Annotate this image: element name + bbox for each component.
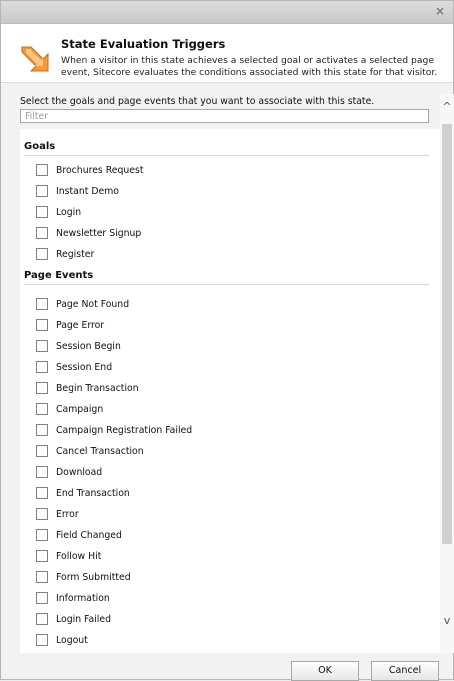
goal-label: Brochures Request [56, 164, 144, 176]
page-event-item[interactable]: Logout [36, 633, 88, 647]
dialog-title: State Evaluation Triggers [61, 37, 226, 51]
page-event-label: Session Begin [56, 340, 121, 352]
goal-checkbox[interactable] [36, 185, 48, 197]
goal-label: Newsletter Signup [56, 227, 142, 239]
page-event-label: Information [56, 592, 110, 604]
page-event-item[interactable]: Campaign Registration Failed [36, 423, 192, 437]
page-event-checkbox[interactable] [36, 403, 48, 415]
page-event-label: Cancel Transaction [56, 445, 144, 457]
goal-item[interactable]: Newsletter Signup [36, 226, 141, 240]
close-icon[interactable]: × [433, 4, 447, 18]
page-event-checkbox[interactable] [36, 424, 48, 436]
page-event-item[interactable]: Field Changed [36, 528, 122, 542]
goals-divider [24, 155, 429, 156]
goal-checkbox[interactable] [36, 227, 48, 239]
page-event-item[interactable]: End Transaction [36, 486, 130, 500]
page-events-divider [24, 284, 429, 285]
page-event-checkbox[interactable] [36, 571, 48, 583]
page-event-checkbox[interactable] [36, 634, 48, 646]
page-event-item[interactable]: Campaign [36, 402, 103, 416]
page-event-item[interactable]: Page Error [36, 318, 104, 332]
cancel-button[interactable]: Cancel [371, 661, 439, 681]
dialog-titlebar: × [1, 1, 453, 24]
page-event-checkbox[interactable] [36, 508, 48, 520]
page-event-item[interactable]: Session End [36, 360, 112, 374]
page-event-checkbox[interactable] [36, 340, 48, 352]
page-event-label: Campaign [56, 403, 104, 415]
scrollbar-thumb[interactable] [442, 124, 452, 544]
page-event-label: Page Not Found [56, 298, 130, 310]
page-event-checkbox[interactable] [36, 361, 48, 373]
dialog-description: When a visitor in this state achieves a … [61, 55, 438, 78]
page-event-label: Field Changed [56, 529, 122, 541]
page-event-label: Campaign Registration Failed [56, 424, 193, 436]
page-event-label: Session End [56, 361, 113, 373]
scroll-down-icon[interactable]: v [440, 614, 454, 628]
page-event-checkbox[interactable] [36, 382, 48, 394]
goal-item[interactable]: Register [36, 247, 94, 261]
page-event-item[interactable]: Information [36, 591, 110, 605]
filter-input[interactable] [20, 109, 429, 123]
goal-checkbox[interactable] [36, 206, 48, 218]
page-event-item[interactable]: Download [36, 465, 102, 479]
page-event-item[interactable]: Begin Transaction [36, 381, 139, 395]
page-event-label: Download [56, 466, 103, 478]
page-event-label: Page Error [56, 319, 105, 331]
page-event-label: Begin Transaction [56, 382, 139, 394]
goal-item[interactable]: Login [36, 205, 81, 219]
goal-label: Register [56, 248, 95, 260]
goal-label: Instant Demo [56, 185, 119, 197]
triggers-list: Goals Brochures Request Instant Demo Login… [20, 129, 440, 653]
page-event-checkbox[interactable] [36, 592, 48, 604]
page-event-item[interactable]: Error [36, 507, 79, 521]
goal-checkbox[interactable] [36, 164, 48, 176]
goals-heading: Goals [24, 141, 56, 152]
page-event-label: End Transaction [56, 487, 130, 499]
page-event-checkbox[interactable] [36, 529, 48, 541]
list-scrollbar[interactable]: ^ v [440, 94, 454, 653]
page-event-checkbox[interactable] [36, 613, 48, 625]
goal-checkbox[interactable] [36, 248, 48, 260]
arrow-down-right-icon [21, 46, 49, 72]
goal-label: Login [56, 206, 82, 218]
state-evaluation-triggers-dialog: × State Evaluation Triggers When a visit… [0, 0, 454, 681]
page-event-item[interactable]: Page Not Found [36, 297, 129, 311]
page-event-label: Login Failed [56, 613, 112, 625]
page-event-checkbox[interactable] [36, 298, 48, 310]
page-event-item[interactable]: Form Submitted [36, 570, 131, 584]
page-event-checkbox[interactable] [36, 466, 48, 478]
dialog-header: State Evaluation Triggers When a visitor… [1, 24, 453, 83]
goal-item[interactable]: Instant Demo [36, 184, 119, 198]
page-event-item[interactable]: Follow Hit [36, 549, 101, 563]
page-event-checkbox[interactable] [36, 550, 48, 562]
page-event-checkbox[interactable] [36, 319, 48, 331]
instruction-text: Select the goals and page events that yo… [20, 96, 375, 107]
page-event-label: Follow Hit [56, 550, 102, 562]
page-events-heading: Page Events [24, 270, 94, 281]
page-event-label: Logout [56, 634, 88, 646]
page-event-item[interactable]: Cancel Transaction [36, 444, 144, 458]
page-event-checkbox[interactable] [36, 487, 48, 499]
goal-item[interactable]: Brochures Request [36, 163, 143, 177]
scroll-up-icon[interactable]: ^ [440, 100, 454, 114]
page-event-label: Form Submitted [56, 571, 131, 583]
ok-button[interactable]: OK [291, 661, 359, 681]
page-event-item[interactable]: Login Failed [36, 612, 111, 626]
page-event-label: Error [56, 508, 79, 520]
page-event-checkbox[interactable] [36, 445, 48, 457]
page-event-item[interactable]: Session Begin [36, 339, 121, 353]
